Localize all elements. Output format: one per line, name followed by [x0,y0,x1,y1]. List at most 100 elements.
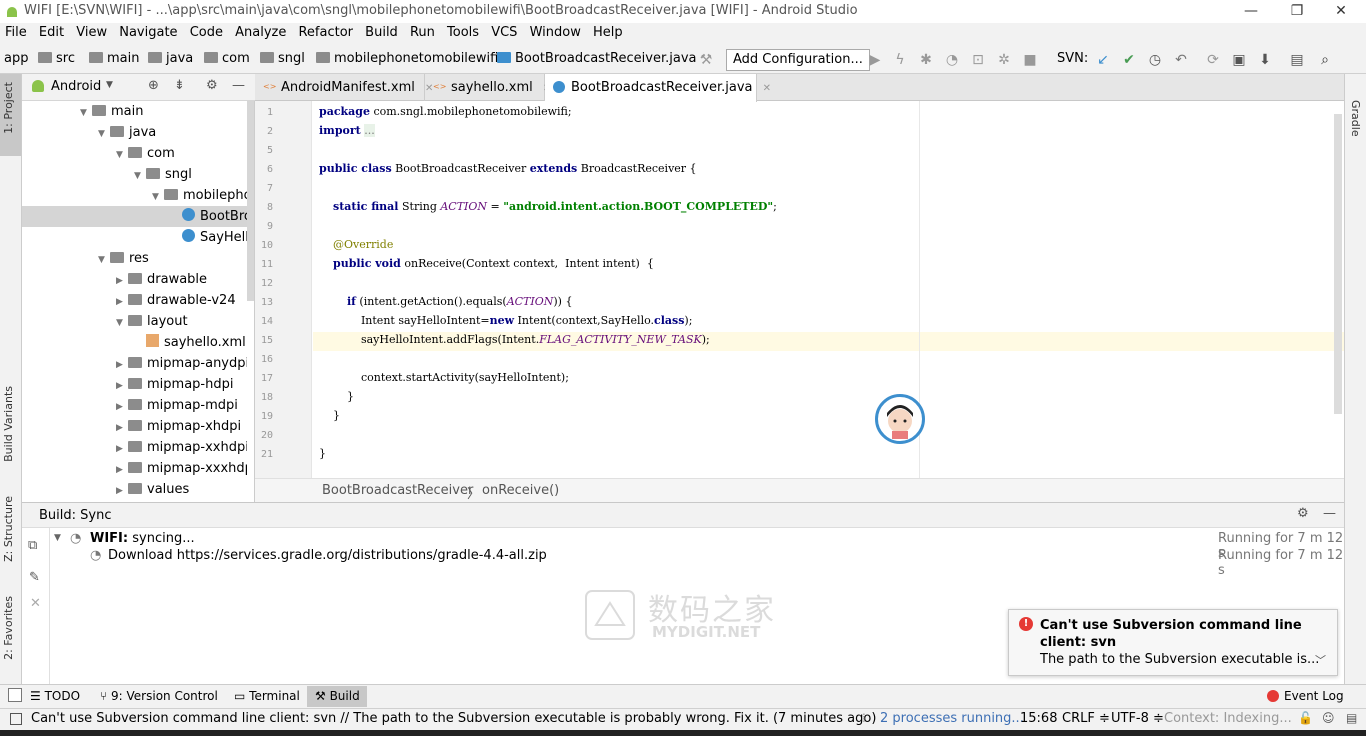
breadcrumb-src[interactable]: src [38,51,75,66]
svn-update-icon[interactable]: ↙ [1095,52,1111,68]
stop-icon[interactable]: ■ [1022,52,1038,68]
code-line[interactable]: if (intent.getAction().equals(ACTION)) { [319,295,572,308]
toggle-tool-windows-icon[interactable] [10,713,22,725]
file-encoding[interactable]: UTF-8 ≑ [1111,711,1164,726]
tree-item[interactable]: ▶ mipmap-hdpi [22,374,247,395]
tree-item[interactable]: ▶ drawable-v24 [22,290,247,311]
structure-tab[interactable]: Z: Structure [2,496,15,562]
gradle-tab[interactable]: Gradle [1349,100,1362,137]
memory-icon[interactable]: ▤ [1346,711,1357,725]
build-child[interactable]: Download https://services.gradle.org/dis… [108,548,547,563]
menu-run[interactable]: Run [405,23,438,40]
status-message[interactable]: Can't use Subversion command line client… [31,711,876,726]
menu-code[interactable]: Code [185,23,226,40]
code-line[interactable]: } [319,409,340,422]
build-root[interactable]: WIFI: syncing... [90,531,195,546]
collapse-arrow-icon[interactable]: ▶ [116,271,128,292]
tree-item[interactable]: ▶ values [22,479,247,500]
history-icon[interactable]: ◷ [1147,52,1163,68]
gear-icon[interactable]: ⚙ [206,78,218,93]
notification-balloon[interactable]: ! Can't use Subversion command line clie… [1008,609,1338,676]
layout-icon[interactable] [8,688,22,702]
expand-arrow-icon[interactable]: ▼ [80,103,92,124]
tree-item[interactable]: ▼ mobilephonetomobilewifi [22,185,247,206]
editor-scrollbar[interactable] [1334,114,1342,414]
background-processes-link[interactable]: 2 processes running... [880,711,1024,726]
lock-icon[interactable]: 🔓 [1298,711,1313,725]
breadcrumb-file[interactable]: BootBroadcastReceiver.java [497,51,696,66]
menu-analyze[interactable]: Analyze [230,23,289,40]
breadcrumb-java[interactable]: java [148,51,193,66]
expand-arrow-icon[interactable]: ▼ [98,124,110,145]
search-icon[interactable]: ⌕ [1317,52,1333,68]
tree-item[interactable]: ▶ mipmap-xxxhdpi [22,458,247,479]
collapse-arrow-icon[interactable]: ▶ [116,460,128,481]
chevron-down-icon[interactable]: ﹀ [1315,652,1326,668]
menu-edit[interactable]: Edit [34,23,67,40]
tree-item[interactable]: ▶ drawable [22,269,247,290]
collapse-arrow-icon[interactable]: ▶ [116,292,128,313]
profile-icon[interactable]: ◔ [944,52,960,68]
expand-arrow-icon[interactable]: ▼ [98,250,110,271]
apply-changes-icon[interactable]: ϟ [892,52,908,68]
close-tab-icon[interactable]: ✕ [763,83,771,94]
collapse-icon[interactable]: ⇟ [174,78,185,93]
locate-icon[interactable]: ⊕ [148,78,159,93]
breadcrumb-sngl[interactable]: sngl [260,51,305,66]
sync-project-icon[interactable]: ⟳ [1205,52,1221,68]
toggle-view-icon[interactable]: ⧉ [28,538,37,553]
build-variants-tab[interactable]: Build Variants [2,386,15,462]
minimize-button[interactable]: — [1228,0,1274,23]
tree-item[interactable]: ▼ java [22,122,247,143]
menu-tools[interactable]: Tools [442,23,482,40]
collapse-arrow-icon[interactable]: ▶ [116,481,128,502]
todo-tab[interactable]: ☰ TODO [30,689,80,703]
tree-item[interactable]: sayhello.xml [22,332,247,353]
tree-item[interactable]: ▼ res [22,248,247,269]
collapse-arrow-icon[interactable]: ▶ [116,376,128,397]
line-separator[interactable]: CRLF ≑ [1062,711,1110,726]
code-area[interactable]: 1 package com.sngl.mobilephonetomobilewif… [255,101,1335,478]
svn-commit-icon[interactable]: ✔ [1121,52,1137,68]
expand-arrow-icon[interactable]: ▼ [134,166,146,187]
close-icon[interactable]: ✕ [30,596,41,611]
tree-item[interactable]: ▶ mipmap-mdpi [22,395,247,416]
terminal-tab[interactable]: ▭ Terminal [234,689,300,703]
caret-position[interactable]: 15:68 [1020,711,1057,726]
code-line[interactable]: import ... [319,124,375,137]
revert-icon[interactable]: ↶ [1173,52,1189,68]
menu-file[interactable]: File [0,23,30,40]
tree-item[interactable]: BootBroadcastReceiver [22,206,247,227]
collapse-arrow-icon[interactable]: ▶ [116,355,128,376]
breadcrumb-app[interactable]: app [4,51,28,66]
sdk-manager-icon[interactable]: ⬇ [1257,52,1273,68]
code-line[interactable]: public void onReceive(Context context, I… [319,257,654,270]
menu-build[interactable]: Build [360,23,401,40]
tree-item[interactable]: ▼ main [22,101,247,122]
tab-bootbroadcastreceiver[interactable]: BootBroadcastReceiver.java ✕ [545,74,771,102]
code-line[interactable]: package com.sngl.mobilephonetomobilewifi… [319,105,572,118]
event-log-tab[interactable]: Event Log [1284,689,1344,703]
code-line[interactable]: } [319,447,326,460]
breadcrumb-com[interactable]: com [204,51,250,66]
menu-refactor[interactable]: Refactor [293,23,356,40]
run-icon[interactable]: ▶ [867,52,883,68]
attach-debugger-icon[interactable]: ⊡ [970,52,986,68]
tab-androidmanifest[interactable]: <> AndroidManifest.xml ✕ [255,74,433,101]
hide-icon[interactable]: — [1323,506,1336,521]
breadcrumb-method[interactable]: onReceive() [482,483,559,498]
menu-view[interactable]: View [71,23,110,40]
collapse-arrow-icon[interactable]: ▶ [116,397,128,418]
menu-vcs[interactable]: VCS [486,23,520,40]
tree-item[interactable]: ▼ layout [22,311,247,332]
code-line[interactable]: static final String ACTION = "android.in… [319,200,777,213]
breadcrumb-package[interactable]: mobilephonetomobilewifi [316,51,498,66]
tree-item[interactable]: ▶ mipmap-xhdpi [22,416,247,437]
tree-item[interactable]: ▶ mipmap-anydpi-v26 [22,353,247,374]
hammer-icon[interactable]: ⚒ [698,52,714,68]
expand-arrow-icon[interactable]: ▼ [54,533,61,543]
code-line[interactable]: } [319,390,354,403]
gear-icon[interactable]: ⚙ [1297,506,1309,521]
expand-arrow-icon[interactable]: ▼ [116,313,128,334]
build-panel-title[interactable]: Build: Sync [39,508,111,523]
